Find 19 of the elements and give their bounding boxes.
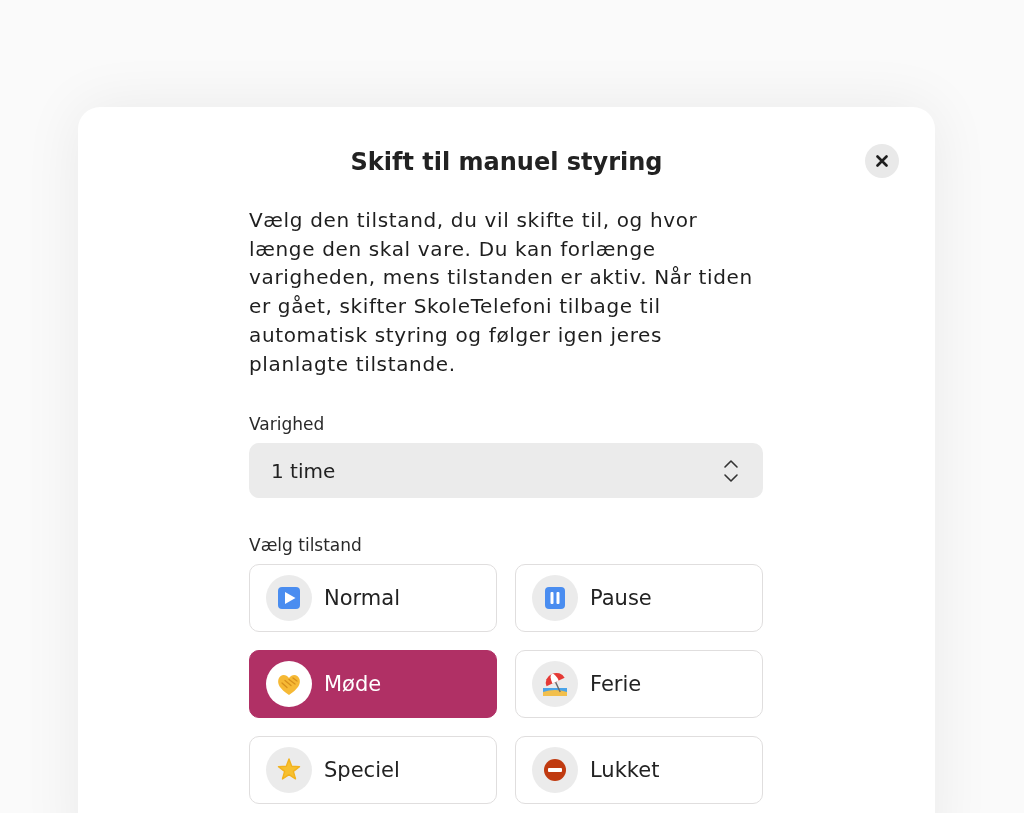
mode-option[interactable]: Pause xyxy=(515,564,763,633)
mode-option[interactable]: Lukket xyxy=(515,736,763,805)
close-button[interactable] xyxy=(865,144,899,178)
chevrons-icon xyxy=(723,457,739,484)
mode-option[interactable]: Møde xyxy=(249,650,497,719)
beach-umbrella-icon xyxy=(532,661,578,708)
mode-label: Vælg tilstand xyxy=(249,534,363,557)
mode-option[interactable]: Ferie xyxy=(515,650,763,719)
close-icon xyxy=(876,155,888,167)
duration-select[interactable]: 1 time xyxy=(249,443,763,499)
handshake-icon xyxy=(266,661,312,708)
mode-option[interactable]: Normal xyxy=(249,564,497,633)
dialog-title: Skift til manuel styring xyxy=(350,147,663,178)
pause-icon xyxy=(532,575,578,622)
duration-label: Varighed xyxy=(249,413,326,436)
mode-option[interactable]: Speciel xyxy=(249,736,497,805)
play-icon xyxy=(266,575,312,622)
description-text: Vælg den tilstand, du vil skifte til, og hvor længe den skal vare. Du kan forlænge varigheden, mens tilstanden er aktiv. Når tiden er gået, skifter SkoleTelefoni tilbage til automatisk styring og følger igen jeres planlagte tilstande. xyxy=(249,207,754,378)
no-entry-icon xyxy=(532,747,578,794)
